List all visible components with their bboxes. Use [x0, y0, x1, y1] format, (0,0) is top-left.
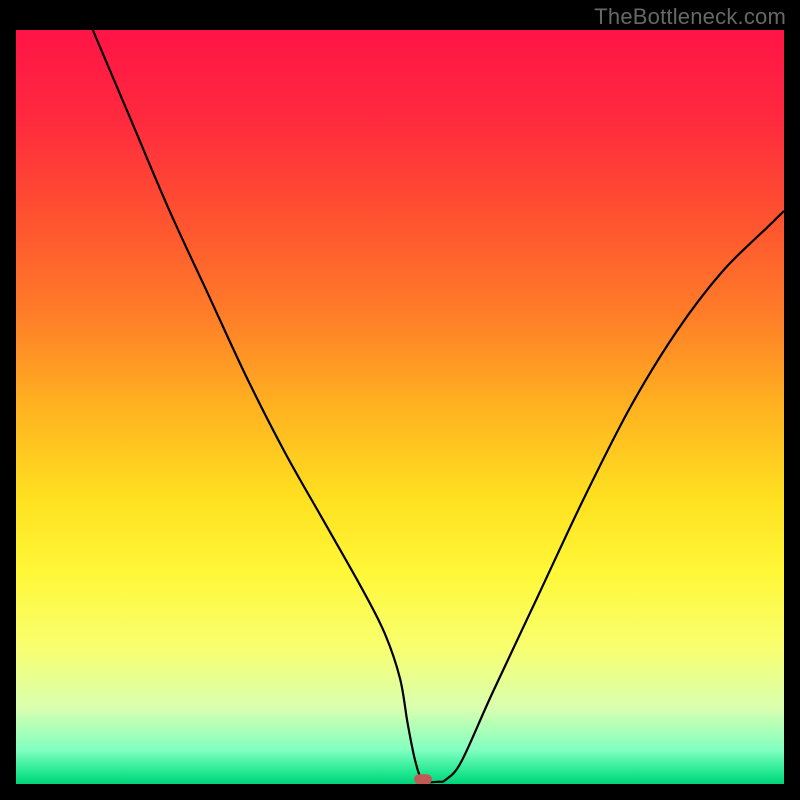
chart-container: TheBottleneck.com	[0, 0, 800, 800]
watermark-text: TheBottleneck.com	[594, 4, 786, 30]
chart-svg	[16, 30, 784, 784]
plot-area	[16, 30, 784, 784]
marker-point	[414, 774, 432, 784]
gradient-background	[16, 30, 784, 784]
